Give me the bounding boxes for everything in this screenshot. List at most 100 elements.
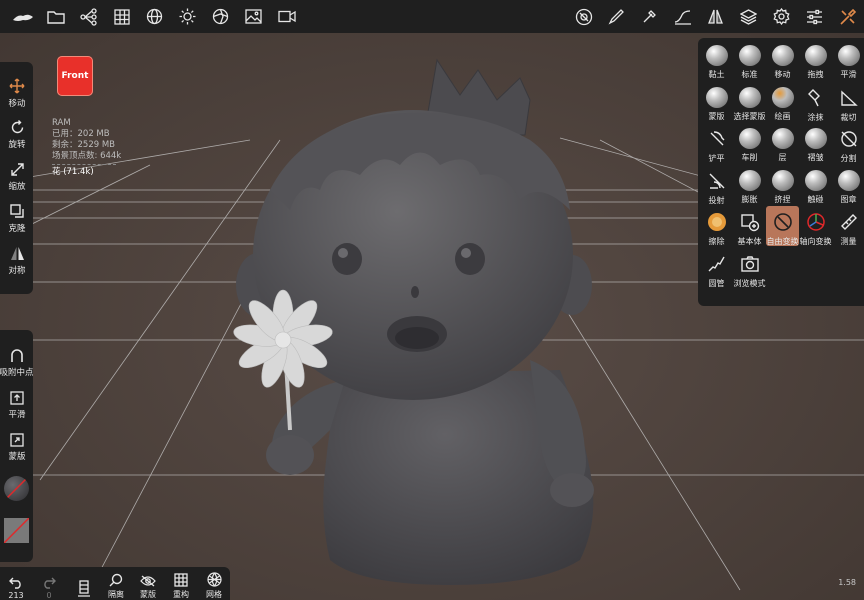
primitive-icon — [739, 211, 761, 233]
material-swatch[interactable] — [4, 476, 29, 501]
tool-lathe[interactable]: 车削 — [733, 123, 766, 163]
brush-pen-icon[interactable] — [600, 0, 633, 33]
tool-label: 测量 — [840, 237, 857, 246]
tube-icon — [804, 169, 827, 191]
ram-title: RAM — [52, 118, 71, 128]
light-icon[interactable] — [171, 0, 204, 33]
tool-standard-brush[interactable]: 标准 — [733, 40, 766, 80]
tool-primitive[interactable]: 基本体 — [733, 206, 766, 246]
tool-smooth-brush[interactable]: 平滑 — [832, 40, 864, 80]
mask-label: 蒙版 — [8, 451, 26, 462]
symmetry-tool[interactable]: 对称 — [0, 240, 34, 282]
smooth-tool[interactable]: 平滑 — [0, 384, 34, 426]
trim-icon — [838, 87, 860, 109]
mesh-label: 网格 — [206, 590, 222, 599]
tool-flatten[interactable]: 铲平 — [700, 123, 733, 163]
color-swatch[interactable] — [4, 518, 29, 543]
flatten-icon — [706, 128, 728, 150]
tool-select-mask[interactable]: 选择蒙版 — [733, 82, 766, 122]
settings-gear-icon[interactable] — [765, 0, 798, 33]
tool-layer-brush[interactable]: 层 — [766, 123, 799, 163]
clone-icon — [9, 204, 24, 218]
symmetry-top-icon[interactable] — [699, 0, 732, 33]
tool-label: 裁切 — [840, 112, 857, 122]
tool-label: 图章 — [840, 194, 857, 204]
free-transform-top-icon[interactable] — [567, 0, 600, 33]
grid-icon[interactable] — [105, 0, 138, 33]
redo-count: 0 — [46, 591, 52, 600]
clay-brush-icon — [705, 45, 728, 66]
tool-label: 触碰 — [807, 194, 824, 204]
mesh-button[interactable]: 网格 — [198, 567, 230, 600]
smudge-icon — [805, 87, 827, 109]
inflate-icon — [738, 169, 761, 191]
redo-button[interactable]: 0 — [33, 567, 65, 600]
view-cube-front[interactable]: Front — [57, 56, 93, 96]
tool-label: 基本体 — [737, 237, 762, 246]
globe-icon[interactable] — [138, 0, 171, 33]
tool-crease[interactable]: 褶皱 — [799, 123, 832, 163]
tools-icon[interactable] — [831, 0, 864, 33]
tool-mask-brush[interactable]: 蒙版 — [700, 82, 733, 122]
tool-label: 擦除 — [708, 237, 725, 246]
tool-trim[interactable]: 裁切 — [832, 82, 864, 122]
isolate-button[interactable]: 隔离 — [100, 567, 132, 600]
tool-axis-transform[interactable]: 轴向变换 — [799, 206, 832, 246]
stamp-icon — [837, 169, 860, 191]
tool-label: 标准 — [741, 70, 758, 79]
history-button[interactable] — [68, 567, 100, 600]
paint-brush-icon — [771, 86, 794, 108]
tool-measure[interactable]: 测量 — [832, 206, 864, 246]
tool-paint-brush[interactable]: 绘画 — [766, 82, 799, 122]
sliders-icon[interactable] — [798, 0, 831, 33]
tool-move-brush[interactable]: 移动 — [766, 40, 799, 80]
tool-erase[interactable]: 擦除 — [700, 206, 733, 246]
mask-tool[interactable]: 蒙版 — [0, 426, 34, 468]
undo-button[interactable]: 213 — [0, 567, 32, 600]
tool-label: 蒙版 — [708, 111, 725, 121]
tool-clay-brush[interactable]: 黏土 — [700, 40, 733, 80]
material-icon[interactable] — [204, 0, 237, 33]
mask-toggle-label: 蒙版 — [140, 590, 156, 599]
folder-icon[interactable] — [39, 0, 72, 33]
tool-pinch[interactable]: 挤捏 — [766, 165, 799, 205]
remesh-button[interactable]: 重构 — [165, 567, 197, 600]
image-icon[interactable] — [237, 0, 270, 33]
smooth-label: 平滑 — [8, 409, 26, 420]
stroke-icon[interactable] — [633, 0, 666, 33]
tool-drag-brush[interactable]: 拖拽 — [799, 40, 832, 80]
undo-icon — [9, 577, 21, 589]
tool-inflate[interactable]: 膨胀 — [733, 165, 766, 205]
rotate-icon — [11, 120, 23, 134]
falloff-icon[interactable] — [666, 0, 699, 33]
layer-brush-icon — [771, 128, 794, 149]
tool-tube[interactable]: 触碰 — [799, 165, 832, 205]
tool-project[interactable]: 投射 — [700, 165, 733, 205]
layers-icon[interactable] — [732, 0, 765, 33]
tool-label: 浏览模式 — [733, 278, 766, 288]
clone-tool[interactable]: 克隆 — [0, 198, 34, 240]
tool-free-transform[interactable]: 自由变换 — [766, 206, 799, 246]
scale-tool[interactable]: 缩放 — [0, 156, 34, 198]
video-icon[interactable] — [270, 0, 303, 33]
rotate-tool[interactable]: 旋转 — [0, 114, 34, 156]
tool-label: 投射 — [708, 195, 725, 205]
fps-counter: 1.58 — [838, 578, 856, 587]
move-tool[interactable]: 移动 — [0, 72, 34, 114]
scene-tree-icon[interactable] — [72, 0, 105, 33]
tool-camera[interactable]: 浏览模式 — [733, 248, 766, 288]
ram-used: 已用：202 MB — [52, 129, 110, 139]
clone-tool-label: 克隆 — [8, 224, 26, 234]
app-logo-icon[interactable] — [6, 0, 39, 33]
mask-toggle-button[interactable]: 蒙版 — [132, 567, 164, 600]
tool-smudge[interactable]: 涂抹 — [799, 82, 832, 122]
tool-label: 黏土 — [708, 70, 725, 79]
tool-split[interactable]: 分割 — [832, 123, 864, 163]
snap-center-tool[interactable]: 吸附中点 — [0, 342, 34, 384]
tool-stamp[interactable]: 图章 — [832, 165, 864, 205]
move-brush-icon — [771, 45, 794, 66]
scale-tool-label: 缩放 — [8, 182, 26, 192]
smooth-icon — [10, 390, 24, 405]
tool-curve-tube[interactable]: 圆管 — [700, 248, 733, 288]
crease-icon — [804, 128, 827, 149]
